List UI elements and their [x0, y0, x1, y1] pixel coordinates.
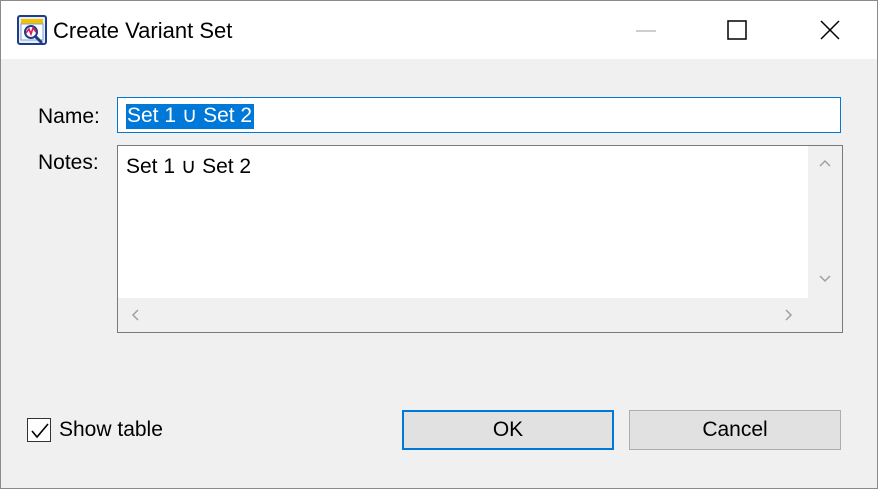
minimize-icon	[636, 30, 656, 32]
scroll-left-arrow-icon[interactable]	[130, 308, 140, 322]
show-table-label: Show table	[59, 418, 163, 441]
ok-button[interactable]: OK	[402, 410, 614, 450]
name-input-value: Set 1 ∪ Set 2	[126, 104, 255, 129]
scroll-down-arrow-icon[interactable]	[818, 274, 832, 284]
window-title: Create Variant Set	[53, 18, 233, 43]
title-bar[interactable]: Create Variant Set	[1, 1, 877, 59]
notes-textarea[interactable]: Set 1 ∪ Set 2	[117, 145, 843, 333]
maximize-button[interactable]	[693, 1, 785, 59]
name-input[interactable]: Set 1 ∪ Set 2	[117, 97, 841, 133]
vertical-scrollbar[interactable]	[808, 146, 842, 298]
create-variant-set-dialog: Create Variant Set Name: Set 1 ∪ Set 2 N…	[0, 0, 878, 489]
close-icon	[820, 20, 840, 40]
notes-label: Notes:	[38, 151, 99, 174]
variant-app-icon	[17, 15, 47, 45]
cancel-button[interactable]: Cancel	[629, 410, 841, 450]
checkmark-icon	[31, 423, 49, 439]
maximize-icon	[727, 20, 747, 40]
scroll-right-arrow-icon[interactable]	[784, 308, 794, 322]
horizontal-scrollbar[interactable]	[118, 298, 808, 332]
show-table-checkbox[interactable]	[27, 418, 51, 442]
notes-textarea-value: Set 1 ∪ Set 2	[126, 155, 252, 178]
close-button[interactable]	[785, 1, 877, 59]
scrollbar-corner	[808, 298, 842, 332]
scroll-up-arrow-icon[interactable]	[818, 158, 832, 168]
name-label: Name:	[38, 105, 100, 128]
minimize-button[interactable]	[601, 1, 693, 59]
